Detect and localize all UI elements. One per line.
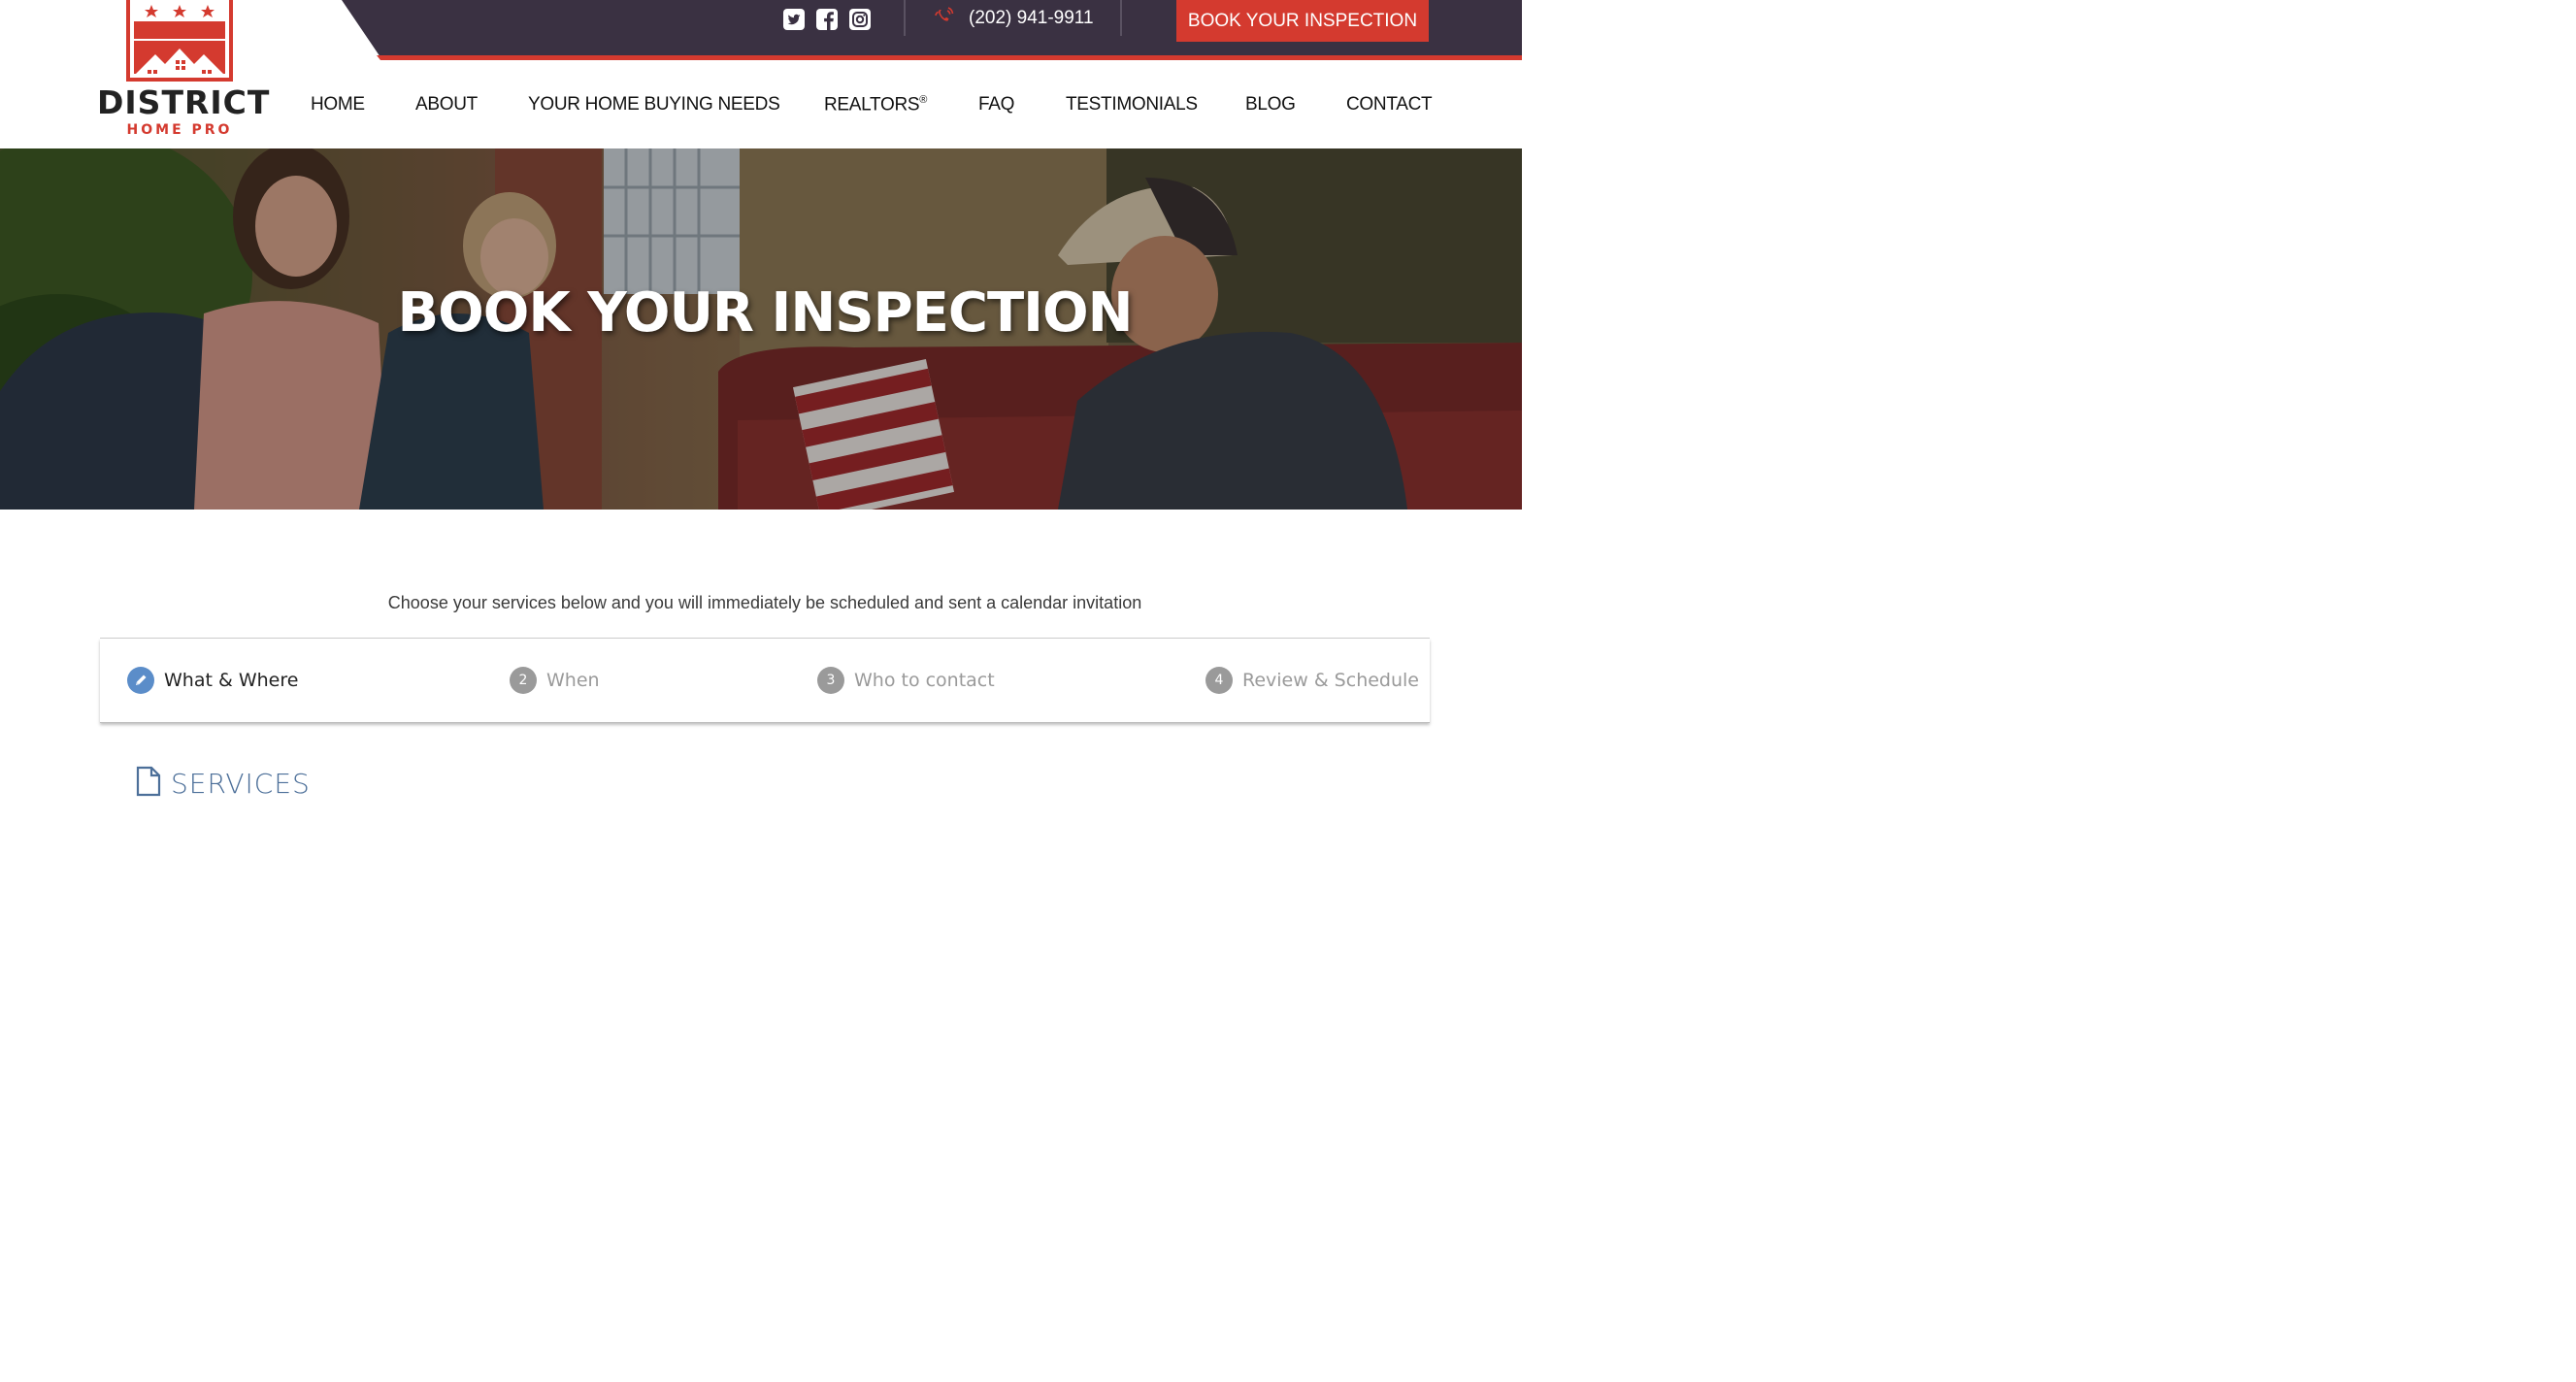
phone-number[interactable]: (202) 941-9911 [969, 8, 1094, 29]
nav-home-buying-needs[interactable]: YOUR HOME BUYING NEEDS [528, 94, 780, 115]
registered-mark: ® [919, 94, 928, 106]
book-inspection-button[interactable]: BOOK YOUR INSPECTION [1176, 0, 1429, 42]
nav-testimonials[interactable]: TESTIMONIALS [1066, 94, 1198, 115]
pencil-icon [127, 667, 154, 694]
nav-blog[interactable]: BLOG [1245, 94, 1296, 115]
step-number: 2 [510, 667, 537, 694]
facebook-icon[interactable] [814, 7, 840, 32]
district-home-pro-logo[interactable]: DISTRICT HOME PRO [97, 0, 271, 141]
services-title: SERVICES [171, 767, 311, 800]
intro-text: Choose your services below and you will … [387, 593, 1142, 612]
logo-wordmark: DISTRICT [97, 83, 271, 121]
phone-icon [934, 6, 955, 31]
nav-realtors[interactable]: REALTORS® [824, 94, 927, 115]
booking-steps: What & Where 2 When 3 Who to contact 4 R… [100, 639, 1430, 723]
nav-realtors-label: REALTORS [824, 94, 920, 115]
phone-contact[interactable]: (202) 941-9911 [934, 6, 1094, 31]
logo-subtitle: HOME PRO [126, 122, 233, 138]
twitter-icon[interactable] [781, 7, 807, 32]
step-label: Review & Schedule [1242, 670, 1419, 691]
hero-banner: BOOK YOUR INSPECTION [0, 148, 1522, 510]
nav-contact[interactable]: CONTACT [1346, 94, 1433, 115]
logo-emblem [126, 0, 233, 82]
step-what-where[interactable]: What & Where [127, 666, 298, 695]
step-number: 3 [817, 667, 844, 694]
nav-about[interactable]: ABOUT [415, 94, 478, 115]
step-who-to-contact[interactable]: 3 Who to contact [817, 666, 995, 695]
step-number: 4 [1205, 667, 1233, 694]
nav-faq[interactable]: FAQ [978, 94, 1014, 115]
step-label: What & Where [164, 670, 299, 691]
nav-home[interactable]: HOME [311, 94, 365, 115]
services-heading: SERVICES [136, 766, 311, 801]
step-label: Who to contact [854, 670, 995, 691]
step-review-schedule[interactable]: 4 Review & Schedule [1205, 666, 1419, 695]
hero-title: BOOK YOUR INSPECTION [397, 281, 1134, 345]
step-label: When [546, 670, 600, 691]
instagram-icon[interactable] [847, 7, 873, 32]
document-icon [136, 766, 161, 802]
top-bar-divider [904, 0, 906, 36]
top-bar-divider [1120, 0, 1122, 36]
step-when[interactable]: 2 When [510, 666, 600, 695]
